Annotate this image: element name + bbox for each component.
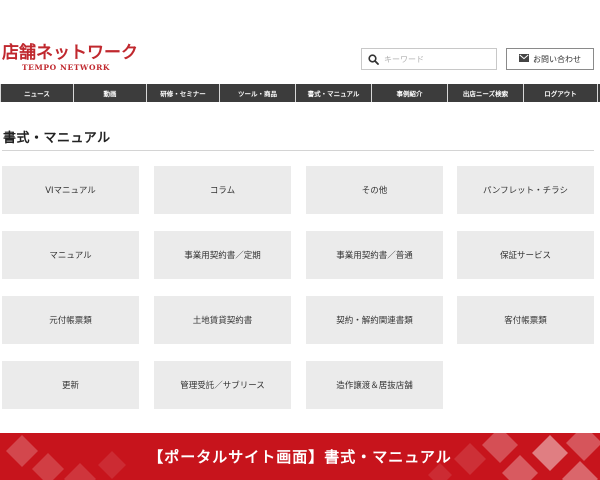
contact-button[interactable]: お問い合わせ bbox=[506, 48, 594, 70]
envelope-icon bbox=[519, 54, 529, 64]
category-tile[interactable]: パンフレット・チラシ bbox=[457, 166, 594, 214]
nav-item-logout[interactable]: ログアウト bbox=[523, 84, 598, 102]
logo-sub-text: TEMPO NETWORK bbox=[22, 63, 111, 72]
site-logo[interactable]: 店舗ネットワーク TEMPO NETWORK bbox=[2, 44, 138, 72]
category-tile[interactable]: 事業用契約書／普通 bbox=[306, 231, 443, 279]
search-box[interactable] bbox=[361, 48, 497, 70]
nav-item-store-needs-search[interactable]: 出店ニーズ検索 bbox=[447, 84, 523, 102]
category-tile[interactable]: VIマニュアル bbox=[2, 166, 139, 214]
site-header: 店舗ネットワーク TEMPO NETWORK お問い合わせ bbox=[0, 0, 600, 84]
caption-banner: 【ポータルサイト画面】書式・マニュアル bbox=[0, 433, 600, 480]
category-tile[interactable]: マニュアル bbox=[2, 231, 139, 279]
category-tile[interactable]: 造作譲渡＆居抜店舗 bbox=[306, 361, 443, 409]
nav-item-tools[interactable]: ツール・商品 bbox=[219, 84, 295, 102]
category-tile[interactable]: コラム bbox=[154, 166, 291, 214]
category-tile[interactable]: 客付帳票類 bbox=[457, 296, 594, 344]
category-tile[interactable]: 更新 bbox=[2, 361, 139, 409]
nav-item-training[interactable]: 研修・セミナー bbox=[146, 84, 219, 102]
global-nav: ニュース 動画 研修・セミナー ツール・商品 書式・マニュアル 事例紹介 出店ニ… bbox=[0, 84, 600, 102]
contact-label: お問い合わせ bbox=[533, 54, 581, 64]
category-tile[interactable]: 保証サービス bbox=[457, 231, 594, 279]
nav-item-news[interactable]: ニュース bbox=[0, 84, 73, 102]
caption-text: 【ポータルサイト画面】書式・マニュアル bbox=[148, 448, 452, 466]
search-icon[interactable] bbox=[362, 49, 384, 69]
category-tile[interactable]: 元付帳票類 bbox=[2, 296, 139, 344]
search-input[interactable] bbox=[384, 54, 492, 64]
category-tile[interactable]: 契約・解約関連書類 bbox=[306, 296, 443, 344]
nav-item-forms-manuals[interactable]: 書式・マニュアル bbox=[295, 84, 371, 102]
category-tile[interactable]: 管理受託／サブリース bbox=[154, 361, 291, 409]
logo-main-text: 店舗ネットワーク bbox=[2, 43, 138, 63]
category-tile[interactable]: 土地賃貸契約書 bbox=[154, 296, 291, 344]
nav-item-case-studies[interactable]: 事例紹介 bbox=[371, 84, 447, 102]
page-title: 書式・マニュアル bbox=[3, 131, 111, 146]
nav-item-videos[interactable]: 動画 bbox=[73, 84, 146, 102]
category-tile[interactable]: 事業用契約書／定期 bbox=[154, 231, 291, 279]
title-divider bbox=[2, 150, 594, 151]
category-tile[interactable]: その他 bbox=[306, 166, 443, 214]
